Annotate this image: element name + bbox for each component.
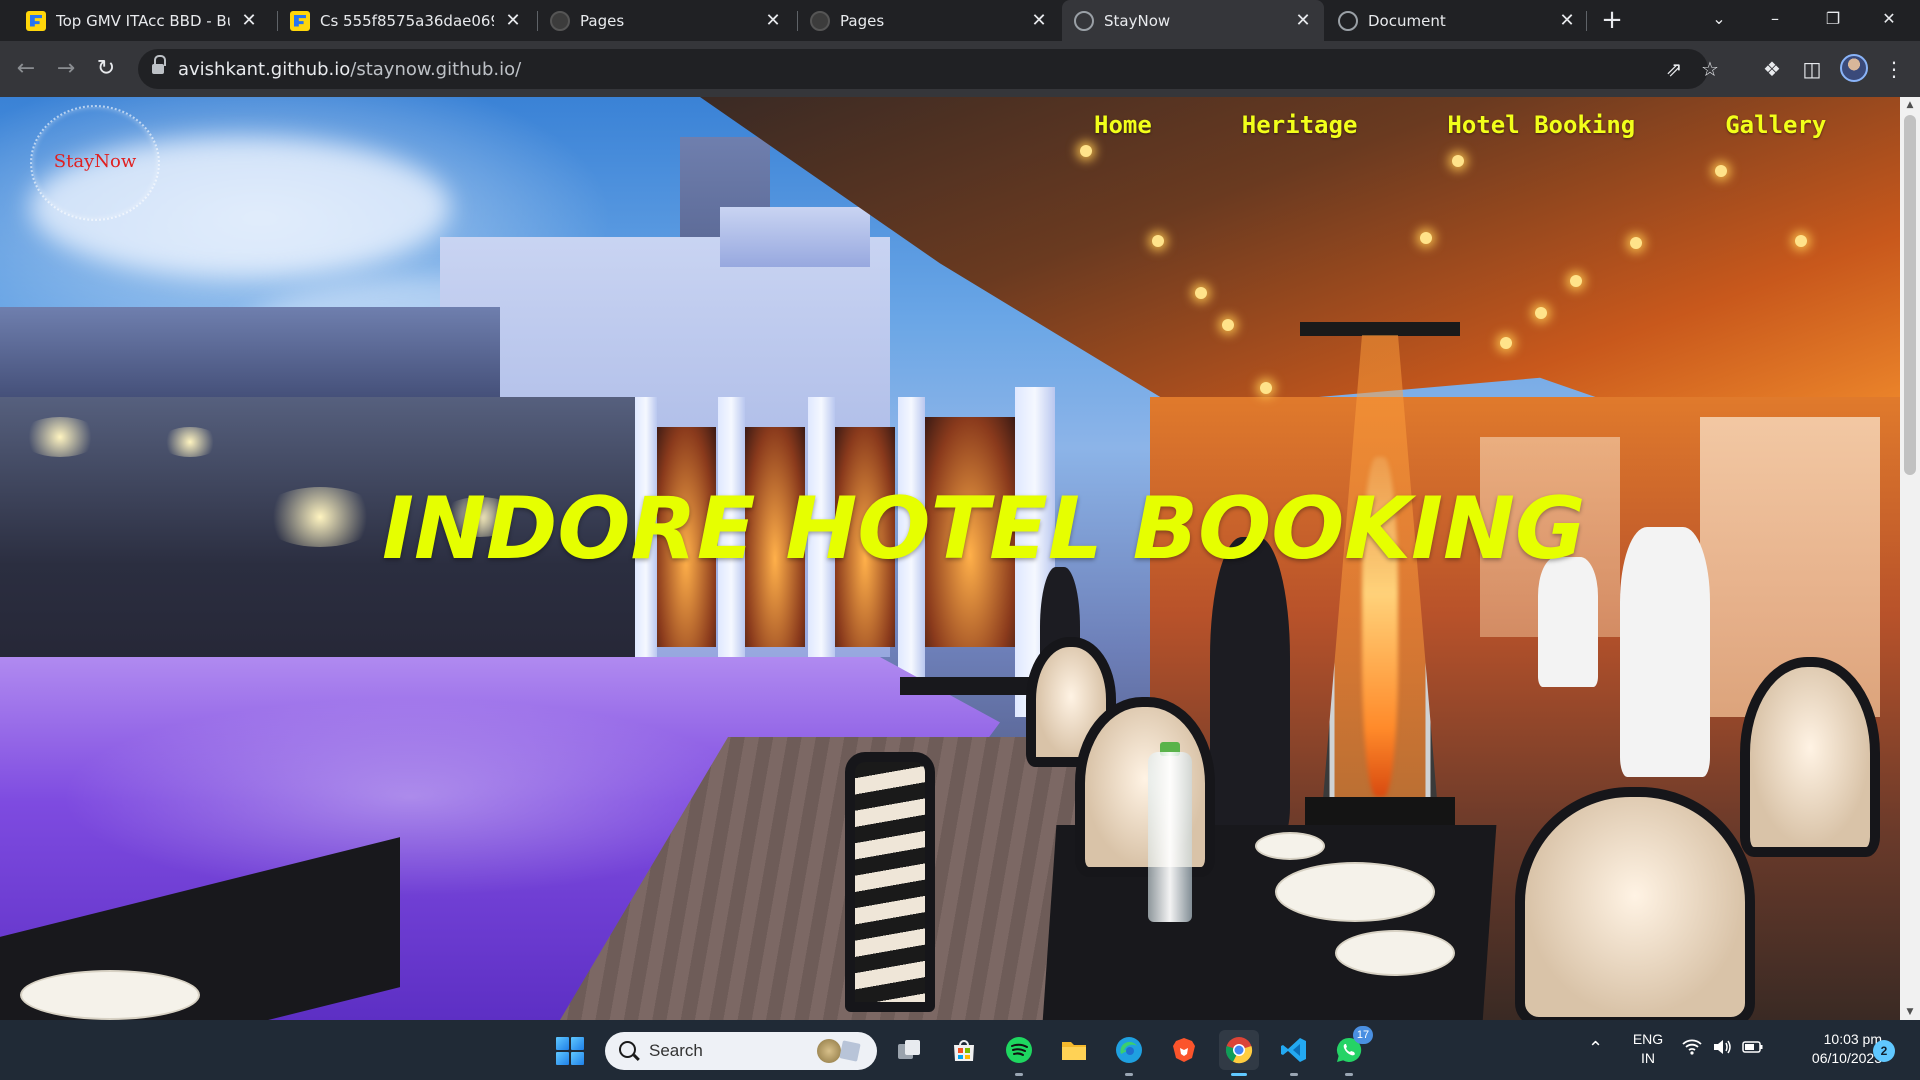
tab-search-chevron-down-icon[interactable]: ⌄ (1696, 0, 1742, 41)
language-region: IN (1641, 1050, 1655, 1066)
folder-icon (1062, 1042, 1086, 1060)
profile-avatar[interactable] (1840, 54, 1868, 82)
close-icon[interactable]: ✕ (1294, 10, 1312, 31)
extensions-puzzle-icon[interactable]: ❖ (1758, 55, 1786, 83)
microsoft-store-button[interactable] (944, 1030, 984, 1070)
nav-home-link[interactable]: Home (1094, 111, 1152, 139)
browser-toolbar: ← → ↻ avishkant.github.io/staynow.github… (0, 41, 1920, 97)
nav-hotel-booking-link[interactable]: Hotel Booking (1447, 111, 1635, 139)
notification-center-badge[interactable]: 2 (1873, 1040, 1895, 1062)
github-icon (550, 10, 570, 31)
tab-title: Document (1368, 11, 1446, 30)
close-icon[interactable]: ✕ (1030, 10, 1048, 31)
address-bar[interactable]: avishkant.github.io/staynow.github.io/ ⇗… (138, 49, 1719, 89)
language-code: ENG (1632, 1031, 1664, 1047)
close-icon[interactable]: ✕ (240, 10, 258, 31)
windows-taskbar: Search 17 ⌃ ENG IN 10:03 pm 06/10/2023 2 (0, 1020, 1920, 1080)
chef (1620, 527, 1710, 777)
tab-title: Pages (840, 11, 885, 30)
task-view-button[interactable] (889, 1030, 929, 1070)
brave-button[interactable] (1164, 1030, 1204, 1070)
tab-flipkart-2[interactable]: Cs 555f8575a36dae069663 ✕ (278, 0, 534, 41)
forward-arrow-icon[interactable]: → (48, 51, 84, 87)
page-viewport: StayNow Home Heritage Hotel Booking Gall… (0, 97, 1920, 1020)
github-icon (810, 10, 830, 31)
clock-date: 06/10/2023 (1811, 1050, 1882, 1066)
language-indicator[interactable]: ENG IN (1628, 1030, 1668, 1068)
search-icon (619, 1041, 636, 1058)
flipkart-icon (26, 10, 46, 31)
flipkart-icon (290, 10, 310, 31)
tab-pages-2[interactable]: Pages ✕ (798, 0, 1060, 41)
nav-gallery-link[interactable]: Gallery (1725, 111, 1826, 139)
chrome-icon (1225, 1037, 1253, 1064)
share-icon[interactable]: ⇗ (1662, 57, 1686, 81)
battery-icon[interactable] (1742, 1038, 1764, 1061)
scroll-thumb[interactable] (1904, 115, 1916, 475)
vscode-icon (1281, 1038, 1306, 1062)
search-placeholder: Search (649, 1041, 703, 1060)
search-highlight-icon (811, 1038, 865, 1064)
tab-title: Top GMV ITAcc BBD - Buy (56, 11, 230, 30)
tab-title: Cs 555f8575a36dae069663 (320, 11, 494, 30)
system-clock[interactable]: 10:03 pm 06/10/2023 (1776, 1030, 1882, 1068)
windows-start-icon[interactable] (556, 1037, 584, 1065)
store-icon (954, 1040, 974, 1061)
hero-headline: INDORE HOTEL BOOKING (382, 479, 1586, 579)
tab-flipkart-1[interactable]: Top GMV ITAcc BBD - Buy ✕ (14, 0, 270, 41)
water-bottle (1148, 752, 1192, 922)
taskbar-search-box[interactable]: Search (605, 1032, 877, 1070)
restore-icon[interactable]: ❐ (1810, 0, 1856, 41)
window-close-icon[interactable]: ✕ (1866, 0, 1912, 41)
tab-staynow[interactable]: StayNow ✕ (1062, 0, 1324, 41)
scroll-up-arrow-icon[interactable]: ▲ (1900, 97, 1920, 113)
scroll-down-arrow-icon[interactable]: ▼ (1900, 1004, 1920, 1020)
show-hidden-icons-chevron-up-icon[interactable]: ⌃ (1588, 1038, 1603, 1059)
new-tab-button[interactable]: + (1600, 0, 1624, 41)
reload-icon[interactable]: ↻ (88, 51, 124, 87)
clock-time: 10:03 pm (1823, 1031, 1882, 1047)
task-view-icon (898, 1040, 920, 1059)
spotify-icon (1006, 1037, 1032, 1063)
star-icon[interactable]: ☆ (1698, 57, 1722, 81)
edge-icon (1116, 1037, 1142, 1063)
volume-icon[interactable] (1712, 1038, 1732, 1061)
globe-icon (1074, 10, 1094, 31)
staynow-logo[interactable]: StayNow (30, 105, 160, 221)
close-icon[interactable]: ✕ (504, 10, 522, 31)
back-arrow-icon[interactable]: ← (8, 51, 44, 87)
logo-text: StayNow (53, 151, 137, 172)
whatsapp-button[interactable]: 17 (1329, 1026, 1373, 1076)
page-scrollbar[interactable]: ▲ ▼ (1900, 97, 1920, 1020)
spotify-button[interactable] (999, 1030, 1039, 1076)
nav-heritage-link[interactable]: Heritage (1242, 111, 1358, 139)
menu-kebab-icon[interactable]: ⋮ (1880, 55, 1908, 83)
tab-title: StayNow (1104, 11, 1171, 30)
url-text[interactable]: avishkant.github.io/staynow.github.io/ (178, 59, 521, 80)
site-navigation: Home Heritage Hotel Booking Gallery (1094, 111, 1826, 139)
whatsapp-notification-badge: 17 (1353, 1026, 1373, 1044)
lock-icon[interactable] (152, 55, 166, 75)
side-panel-icon[interactable]: ◫ (1798, 55, 1826, 83)
tab-pages-1[interactable]: Pages ✕ (538, 0, 794, 41)
close-icon[interactable]: ✕ (1558, 10, 1576, 31)
close-icon[interactable]: ✕ (764, 10, 782, 31)
brave-icon (1173, 1038, 1195, 1062)
chrome-button[interactable] (1219, 1030, 1259, 1076)
edge-button[interactable] (1109, 1030, 1149, 1076)
tab-strip: Top GMV ITAcc BBD - Buy ✕ Cs 555f8575a36… (0, 0, 1920, 41)
vscode-button[interactable] (1274, 1030, 1314, 1076)
tab-document[interactable]: Document ✕ (1326, 0, 1588, 41)
tab-title: Pages (580, 11, 625, 30)
file-explorer-button[interactable] (1054, 1030, 1094, 1070)
wifi-icon[interactable] (1682, 1038, 1702, 1061)
minimize-icon[interactable]: – (1752, 0, 1798, 41)
globe-icon (1338, 10, 1358, 31)
